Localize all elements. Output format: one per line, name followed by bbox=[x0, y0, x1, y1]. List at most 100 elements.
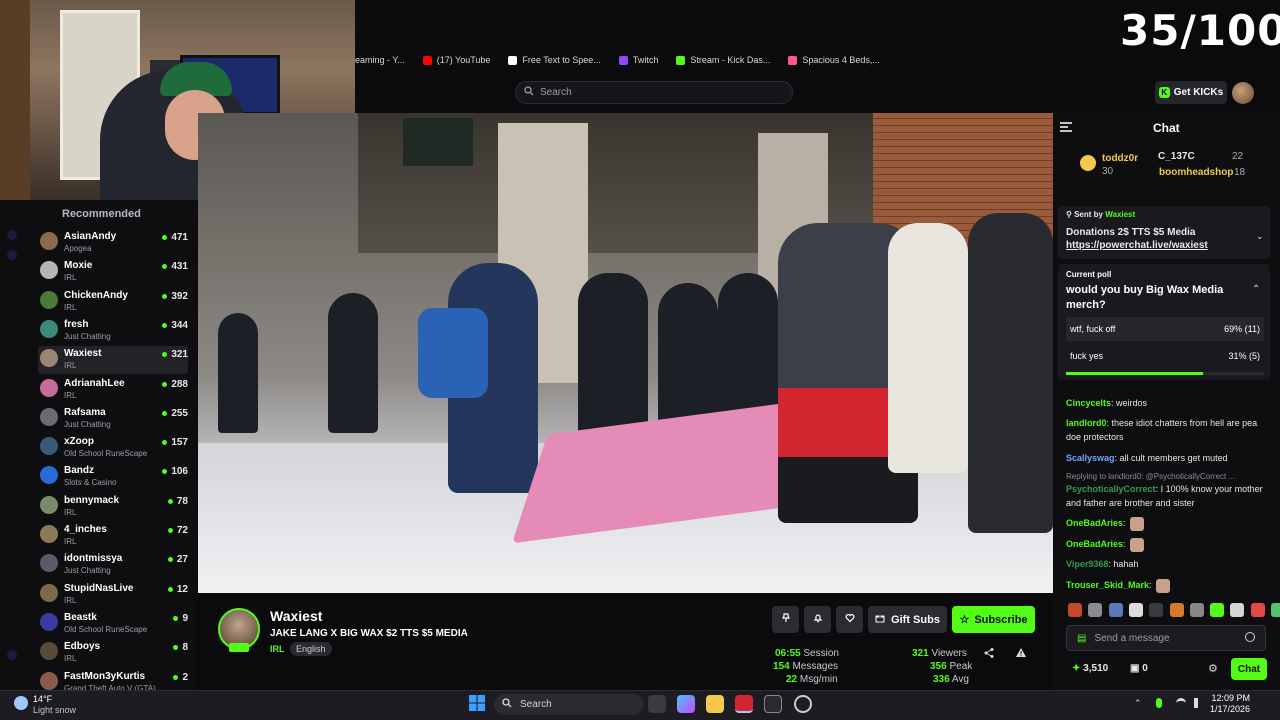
store-icon[interactable] bbox=[764, 695, 782, 713]
follow-button[interactable] bbox=[836, 606, 863, 633]
sidebar-channel-item[interactable]: Edboys IRL 8 bbox=[38, 639, 188, 667]
sidebar-channel-item[interactable]: Moxie IRL 431 bbox=[38, 258, 188, 286]
emoji-icon[interactable] bbox=[1245, 632, 1255, 642]
sidebar-channel-item[interactable]: Beastk Old School RuneScape 9 bbox=[38, 610, 188, 638]
chat-username[interactable]: OneBadAries bbox=[1066, 518, 1123, 528]
emote-shortcut-icon[interactable] bbox=[1149, 603, 1164, 617]
leaderboard-name[interactable]: C_137C bbox=[1158, 151, 1195, 162]
leaderboard-points: 18 bbox=[1234, 167, 1246, 178]
collapse-chat-icon[interactable] bbox=[1060, 122, 1072, 135]
emote-shortcut-icon[interactable] bbox=[1169, 603, 1184, 617]
emote-shortcut-icon[interactable] bbox=[1128, 603, 1143, 617]
chevron-up-icon[interactable]: ⌃ bbox=[1252, 284, 1260, 295]
viewer-count: 12 bbox=[167, 584, 188, 595]
viewer-count: 106 bbox=[162, 466, 188, 477]
get-kicks-button[interactable]: K Get KICKs bbox=[1155, 81, 1227, 104]
sidebar-channel-item[interactable]: Bandz Slots & Casino 106 bbox=[38, 463, 188, 491]
gift-subs-label: Gift Subs bbox=[891, 613, 940, 626]
chat-username[interactable]: landlord0 bbox=[1066, 418, 1107, 428]
bookmark-item[interactable]: Spacious 4 Beds,... bbox=[788, 55, 880, 65]
channel-name: Edboys bbox=[64, 641, 101, 653]
viewer-count: 2 bbox=[173, 672, 188, 683]
channel-category: IRL bbox=[64, 302, 77, 312]
stream-category[interactable]: IRL bbox=[270, 644, 285, 654]
gift-icon: ▣ bbox=[1130, 663, 1140, 674]
weather-icon[interactable] bbox=[14, 696, 28, 710]
emote-shortcut-icon[interactable] bbox=[1088, 603, 1103, 617]
sidebar-channel-item[interactable]: xZoop Old School RuneScape 157 bbox=[38, 434, 188, 462]
emote-shortcut-icon[interactable] bbox=[1108, 603, 1123, 617]
search-bar[interactable]: Search bbox=[515, 81, 793, 104]
emote-shortcut-icon[interactable] bbox=[1230, 603, 1245, 617]
volume-icon[interactable] bbox=[1194, 698, 1198, 708]
bookmark-item[interactable]: eaming - Y... bbox=[355, 55, 405, 65]
channel-category: Just Chatting bbox=[64, 331, 111, 341]
chat-username[interactable]: Trouser_Skid_Mark bbox=[1066, 580, 1149, 590]
system-clock[interactable]: 12:09 PM 1/17/2026 bbox=[1210, 693, 1250, 715]
taskbar-search[interactable]: Search bbox=[494, 694, 644, 715]
app-icon[interactable] bbox=[794, 695, 812, 713]
bookmark-item[interactable]: Stream - Kick Das... bbox=[676, 55, 770, 65]
leaderboard-name[interactable]: boomheadshop bbox=[1159, 167, 1233, 178]
copilot-icon[interactable] bbox=[677, 695, 695, 713]
rail-icon[interactable] bbox=[7, 250, 17, 260]
sidebar-channel-item[interactable]: Rafsama Just Chatting 255 bbox=[38, 405, 188, 433]
task-view-icon[interactable] bbox=[648, 695, 666, 713]
emote-shortcut-icon[interactable] bbox=[1068, 603, 1082, 617]
pin-button[interactable] bbox=[772, 606, 799, 633]
sidebar-channel-item[interactable]: ChickenAndy IRL 392 bbox=[38, 288, 188, 316]
rail-icon[interactable] bbox=[7, 650, 17, 660]
windows-start-icon[interactable] bbox=[469, 695, 485, 714]
sidebar-channel-item[interactable]: AdrianahLee IRL 288 bbox=[38, 376, 188, 404]
emote-shortcut-icon[interactable] bbox=[1210, 603, 1225, 617]
bookmark-item[interactable]: Twitch bbox=[618, 55, 658, 65]
pinned-link[interactable]: https://powerchat.live/waxiest bbox=[1066, 240, 1208, 251]
live-dot-icon bbox=[173, 615, 179, 621]
poll-option[interactable]: wtf, fuck off 69% (11) bbox=[1066, 317, 1264, 341]
video-player[interactable] bbox=[198, 113, 1053, 593]
microphone-icon[interactable] bbox=[1156, 698, 1162, 708]
leaderboard-name[interactable]: toddz0r bbox=[1102, 153, 1138, 164]
bookmark-item[interactable]: Free Text to Spee... bbox=[508, 55, 601, 65]
sidebar-channel-item[interactable]: fresh Just Chatting 344 bbox=[38, 317, 188, 345]
chevron-down-icon[interactable]: ⌄ bbox=[1256, 231, 1264, 242]
subscribe-button[interactable]: ☆ Subscribe bbox=[952, 606, 1035, 633]
chat-username[interactable]: Viper9368 bbox=[1066, 559, 1108, 569]
chat-username[interactable]: OneBadAries bbox=[1066, 539, 1123, 549]
rail-icon[interactable] bbox=[7, 230, 17, 240]
send-chat-button[interactable]: Chat bbox=[1231, 658, 1267, 680]
file-explorer-icon[interactable] bbox=[706, 695, 724, 713]
chevron-up-icon[interactable]: ⌃ bbox=[1134, 698, 1144, 708]
viewer-count: 72 bbox=[167, 525, 188, 536]
gift-subs-button[interactable]: Gift Subs bbox=[868, 606, 947, 633]
viewer-count: 431 bbox=[162, 261, 188, 272]
wifi-icon[interactable] bbox=[1176, 698, 1186, 708]
notification-button[interactable] bbox=[804, 606, 831, 633]
sidebar-channel-item[interactable]: Waxiest IRL 321 bbox=[38, 346, 188, 375]
sidebar-channel-item[interactable]: bennymack IRL 78 bbox=[38, 493, 188, 521]
poll-question: would you buy Big Wax Media merch? bbox=[1066, 284, 1224, 311]
goal-counter: 35/100 bbox=[1120, 6, 1280, 55]
sidebar-channel-item[interactable]: StupidNasLive IRL 12 bbox=[38, 581, 188, 609]
sidebar-channel-item[interactable]: AsianAndy Apogea 471 bbox=[38, 229, 188, 257]
chat-username[interactable]: Scallyswag bbox=[1066, 453, 1115, 463]
share-icon[interactable] bbox=[983, 647, 995, 662]
report-icon[interactable] bbox=[1015, 647, 1027, 662]
chat-input[interactable]: ▤ Send a message bbox=[1066, 625, 1266, 651]
emote-shortcut-icon[interactable] bbox=[1189, 603, 1204, 617]
bookmark-item[interactable]: (17) YouTube bbox=[422, 55, 490, 65]
emote-shortcut-icon[interactable] bbox=[1271, 603, 1280, 617]
sidebar-channel-item[interactable]: idontmissya Just Chatting 27 bbox=[38, 551, 188, 579]
opera-browser-icon[interactable] bbox=[735, 695, 753, 713]
chat-message: Viper9368: hahah bbox=[1066, 559, 1139, 569]
user-avatar[interactable] bbox=[1232, 82, 1254, 104]
channel-avatar bbox=[40, 261, 58, 280]
emote-shortcut-icon[interactable] bbox=[1250, 603, 1265, 617]
poll-option[interactable]: fuck yes 31% (5) bbox=[1066, 344, 1264, 368]
sidebar-channel-item[interactable]: 4_inches IRL 72 bbox=[38, 522, 188, 550]
chat-username[interactable]: PsychoticallyCorrect bbox=[1066, 484, 1156, 494]
settings-icon[interactable]: ⚙ bbox=[1208, 662, 1218, 675]
language-tag[interactable]: English bbox=[290, 642, 332, 656]
chat-username[interactable]: Cincycelts bbox=[1066, 398, 1111, 408]
streamer-name[interactable]: Waxiest bbox=[270, 608, 322, 624]
